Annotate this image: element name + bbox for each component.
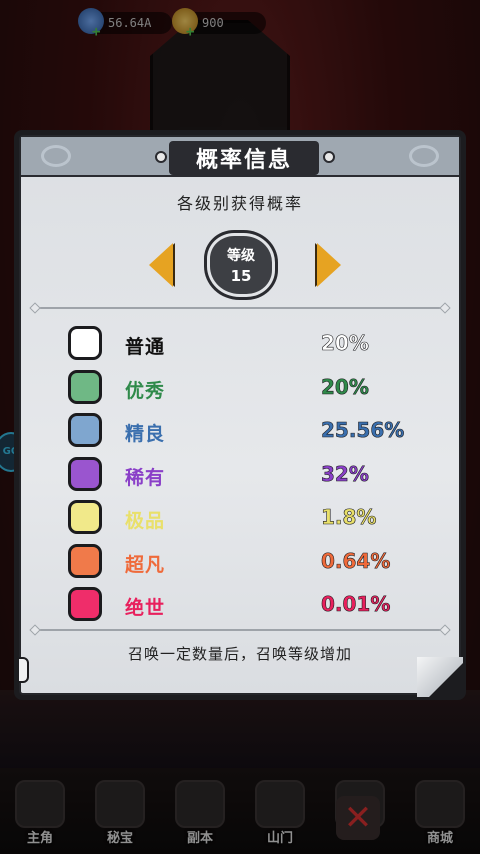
rarity-name: 绝世	[125, 597, 166, 619]
divider	[35, 307, 445, 309]
rarity-name: 超凡	[125, 553, 166, 576]
rarity-swatch	[68, 543, 102, 578]
scroll-notch-icon	[17, 657, 29, 683]
level-label: 等级	[227, 248, 255, 264]
rarity-swatch	[68, 456, 102, 491]
rarity-percent: 0.64%	[321, 548, 391, 573]
rarity-percent: 32%	[321, 461, 369, 486]
rarity-swatch	[68, 500, 102, 534]
rarity-percent: 0.01%	[321, 592, 391, 617]
level-badge: 等级 15	[207, 233, 275, 297]
modal-title: 概率信息	[195, 148, 292, 173]
page-curl-icon	[417, 657, 463, 697]
rarity-name: 极品	[125, 510, 166, 532]
list-item: 极品 1.8%	[21, 496, 459, 540]
prev-level-arrow-icon[interactable]	[149, 243, 173, 287]
rarity-name: 稀有	[125, 466, 166, 489]
list-item: 普通 20%	[21, 322, 459, 366]
rarity-swatch	[68, 587, 102, 621]
title-ornament-icon	[323, 151, 335, 163]
list-item: 稀有 32%	[21, 453, 459, 497]
rarity-percent: 20%	[321, 331, 369, 356]
list-item: 精良 25.56%	[21, 409, 459, 453]
rarity-swatch	[68, 413, 102, 447]
probability-modal: 概率信息 各级别获得概率 等级 15 普通 20% 优秀 20% 精良 25.5…	[14, 130, 466, 700]
list-item: 优秀 20%	[21, 366, 459, 410]
modal-subtitle: 各级别获得概率	[176, 194, 303, 213]
level-value: 15	[230, 267, 252, 285]
rarity-swatch	[68, 326, 102, 360]
rarity-name: 优秀	[125, 379, 166, 402]
modal-header: 概率信息	[21, 137, 459, 177]
divider	[35, 629, 445, 631]
rarity-percent: 25.56%	[321, 418, 405, 443]
modal-body: 概率信息 各级别获得概率 等级 15 普通 20% 优秀 20% 精良 25.5…	[17, 135, 463, 697]
probability-list: 普通 20% 优秀 20% 精良 25.56% 稀有 32% 极品 1.8% 超…	[21, 322, 459, 627]
list-item: 绝世 0.01%	[21, 583, 459, 627]
cloud-ornament-icon	[409, 145, 439, 167]
rarity-swatch	[68, 369, 102, 404]
next-level-arrow-icon[interactable]	[317, 243, 341, 287]
cloud-ornament-icon	[41, 145, 71, 167]
footer-note: 召唤一定数量后，召唤等级增加	[127, 645, 352, 663]
title-plate: 概率信息	[169, 141, 319, 175]
list-item: 超凡 0.64%	[21, 540, 459, 584]
rarity-name: 普通	[125, 336, 166, 358]
rarity-percent: 1.8%	[321, 505, 377, 530]
rarity-percent: 20%	[321, 374, 369, 399]
title-ornament-icon	[155, 151, 167, 163]
rarity-name: 精良	[125, 423, 166, 445]
